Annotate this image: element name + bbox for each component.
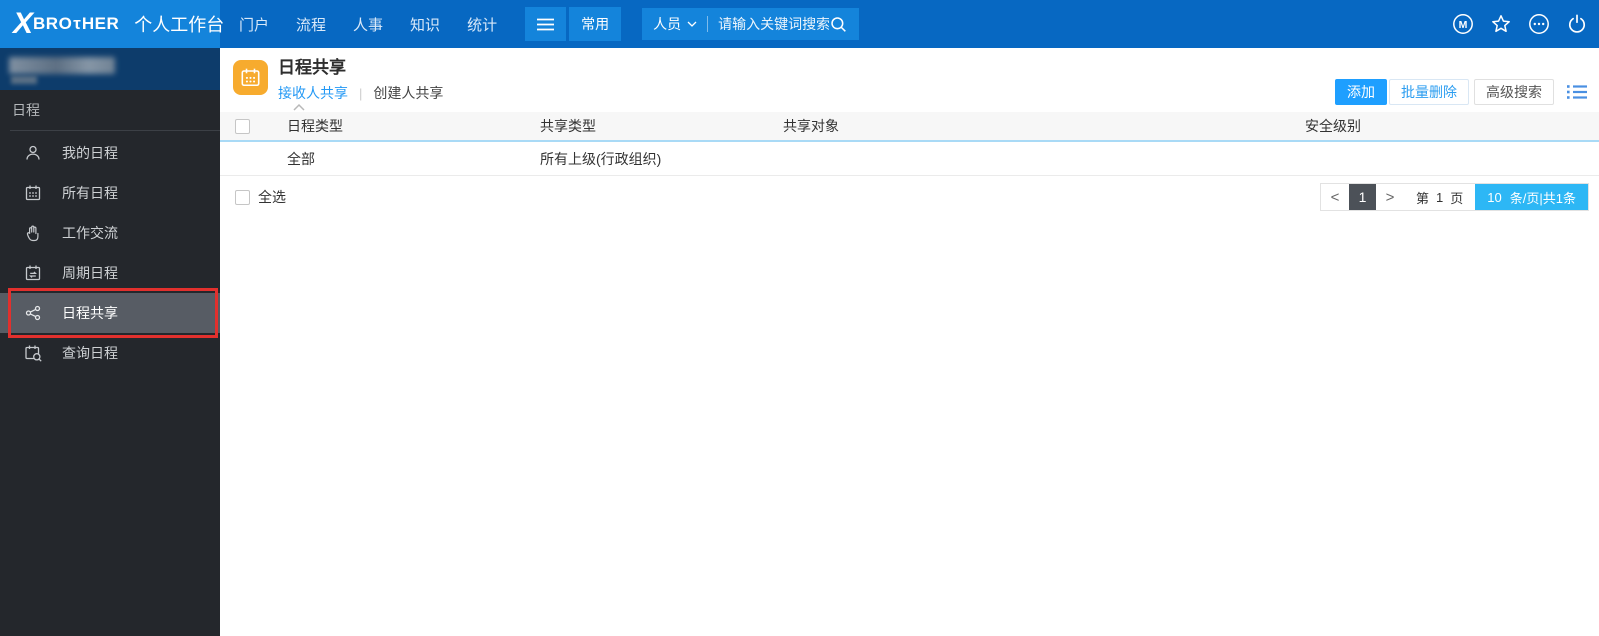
cell-share-type: 所有上级(行政组织) <box>540 150 662 167</box>
page-size-selector[interactable]: 10 条/页|共1条 <box>1475 184 1588 210</box>
power-icon[interactable] <box>1566 13 1588 35</box>
page-label-suffix: 页 <box>1450 190 1464 206</box>
topbar: X BRO τ HER 个人工作台 门户 流程 人事 知识 统计 常用 人员 请输入关… <box>0 0 1599 48</box>
table-footer: 全选 < 1 > 第 1 页 10 条/页|共1条 <box>220 182 1599 212</box>
select-all-label: 全选 <box>258 189 286 205</box>
cell-schedule-type: 全部 <box>287 150 315 167</box>
workspace-title: 个人工作台 <box>134 15 225 35</box>
calendar-search-icon <box>24 344 42 362</box>
favorite-star-icon[interactable] <box>1490 13 1512 35</box>
search-divider <box>707 16 709 32</box>
page-title: 日程共享 <box>278 58 346 77</box>
page-header: 日程共享 接收人共享 | 创建人共享 添加 批量删除 高级搜索 <box>220 48 1599 112</box>
select-all-header-checkbox[interactable] <box>235 118 250 134</box>
collapse-panel-caret-icon[interactable] <box>292 103 306 111</box>
frequent-button[interactable]: 常用 <box>569 7 622 41</box>
m-badge-icon[interactable]: M <box>1452 13 1474 35</box>
add-button[interactable]: 添加 <box>1335 79 1387 105</box>
sidebar-item-schedule-share[interactable]: 日程共享 <box>0 288 220 338</box>
search-input[interactable]: 请输入关键词搜索 <box>718 14 829 34</box>
main-content: 日程共享 接收人共享 | 创建人共享 添加 批量删除 高级搜索 日程类型 共享类… <box>220 48 1599 636</box>
calendar-icon <box>233 60 268 95</box>
tab-divider: | <box>359 85 363 101</box>
sidebar-item-label: 所有日程 <box>62 185 118 201</box>
sidebar-item-all-schedules[interactable]: 所有日程 <box>0 173 220 213</box>
page-indicator: 第 1 页 <box>1404 184 1475 210</box>
share-table: 日程类型 共享类型 共享对象 安全级别 全部 所有上级(行政组织) <box>220 112 1599 176</box>
sidebar-item-periodic-schedule[interactable]: 周期日程 <box>0 253 220 293</box>
total-count-label: 条/页|共1条 <box>1509 190 1576 206</box>
current-page-button[interactable]: 1 <box>1349 184 1377 210</box>
sidebar-item-my-schedule[interactable]: 我的日程 <box>0 133 220 173</box>
sidebar-item-label: 日程共享 <box>62 305 118 321</box>
redacted-username-sub <box>11 76 37 84</box>
redacted-username <box>9 57 115 74</box>
calendar-repeat-icon <box>24 264 42 282</box>
nav-item-knowledge[interactable]: 知识 <box>410 14 440 35</box>
quick-group: 常用 <box>525 7 622 41</box>
sidebar-item-label: 工作交流 <box>62 225 118 241</box>
tab-receiver-share[interactable]: 接收人共享 <box>278 83 348 103</box>
page-label-prefix: 第 <box>1416 190 1430 206</box>
chevron-down-icon[interactable] <box>687 21 697 27</box>
sidebar-item-label: 我的日程 <box>62 145 118 161</box>
select-all-checkbox[interactable] <box>235 189 250 205</box>
page-size-value: 10 <box>1487 189 1502 205</box>
title-block: 日程共享 接收人共享 | 创建人共享 <box>278 58 443 103</box>
sidebar-divider <box>10 130 220 131</box>
select-all-control[interactable]: 全选 <box>220 187 286 207</box>
nav-item-hr[interactable]: 人事 <box>353 14 383 35</box>
hand-icon <box>24 224 42 242</box>
sidebar-item-query-schedule[interactable]: 查询日程 <box>0 333 220 373</box>
prev-page-button[interactable]: < <box>1321 184 1349 210</box>
calendar-icon <box>24 184 42 202</box>
sidebar-section-title: 日程 <box>12 102 40 118</box>
column-header-schedule-type: 日程类型 <box>287 118 343 134</box>
brand-t: τ <box>73 14 81 33</box>
brand-x: X <box>13 7 34 40</box>
topbar-icons: M <box>1452 13 1599 35</box>
search-icon[interactable] <box>829 15 848 34</box>
top-nav: 门户 流程 人事 知识 统计 <box>239 14 497 35</box>
column-header-share-type: 共享类型 <box>540 118 596 134</box>
nav-item-workflow[interactable]: 流程 <box>296 14 326 35</box>
page-number[interactable]: 1 <box>1436 190 1443 205</box>
list-view-icon[interactable] <box>1567 84 1587 100</box>
toolbar: 添加 批量删除 高级搜索 <box>1335 79 1587 105</box>
apps-menu-button[interactable] <box>525 7 567 41</box>
column-header-security-level: 安全级别 <box>1305 118 1361 134</box>
share-icon <box>24 304 42 322</box>
sidebar-item-label: 查询日程 <box>62 345 118 361</box>
search-category-select[interactable]: 人员 <box>653 14 681 34</box>
nav-item-portal[interactable]: 门户 <box>239 14 269 35</box>
nav-item-stats[interactable]: 统计 <box>467 14 497 35</box>
brand-text: BRO <box>33 14 73 33</box>
user-header[interactable] <box>0 48 220 90</box>
column-header-share-target: 共享对象 <box>783 118 839 134</box>
tabs: 接收人共享 | 创建人共享 <box>278 83 443 103</box>
brand-logo[interactable]: X BRO τ HER 个人工作台 <box>0 0 224 48</box>
more-circle-icon[interactable] <box>1528 13 1550 35</box>
batch-delete-button[interactable]: 批量删除 <box>1389 79 1469 105</box>
pagination: < 1 > 第 1 页 10 条/页|共1条 <box>1320 183 1589 211</box>
brand-text: HER <box>81 14 120 33</box>
sidebar: 日程 我的日程 所有日程 工作交流 周期日程 日程共享 查询日程 <box>0 48 220 636</box>
table-row[interactable]: 全部 所有上级(行政组织) <box>220 142 1599 176</box>
sidebar-item-work-exchange[interactable]: 工作交流 <box>0 213 220 253</box>
user-icon <box>24 144 42 162</box>
hamburger-icon <box>537 18 555 31</box>
svg-text:M: M <box>1459 19 1468 31</box>
header-checkbox-cell <box>220 118 287 134</box>
global-search[interactable]: 人员 请输入关键词搜索 <box>642 8 860 40</box>
advanced-search-button[interactable]: 高级搜索 <box>1474 79 1554 105</box>
next-page-button[interactable]: > <box>1376 184 1404 210</box>
sidebar-menu: 我的日程 所有日程 工作交流 周期日程 日程共享 查询日程 <box>0 133 220 373</box>
sidebar-item-label: 周期日程 <box>62 265 118 281</box>
tab-creator-share[interactable]: 创建人共享 <box>373 83 443 103</box>
table-header: 日程类型 共享类型 共享对象 安全级别 <box>220 112 1599 142</box>
